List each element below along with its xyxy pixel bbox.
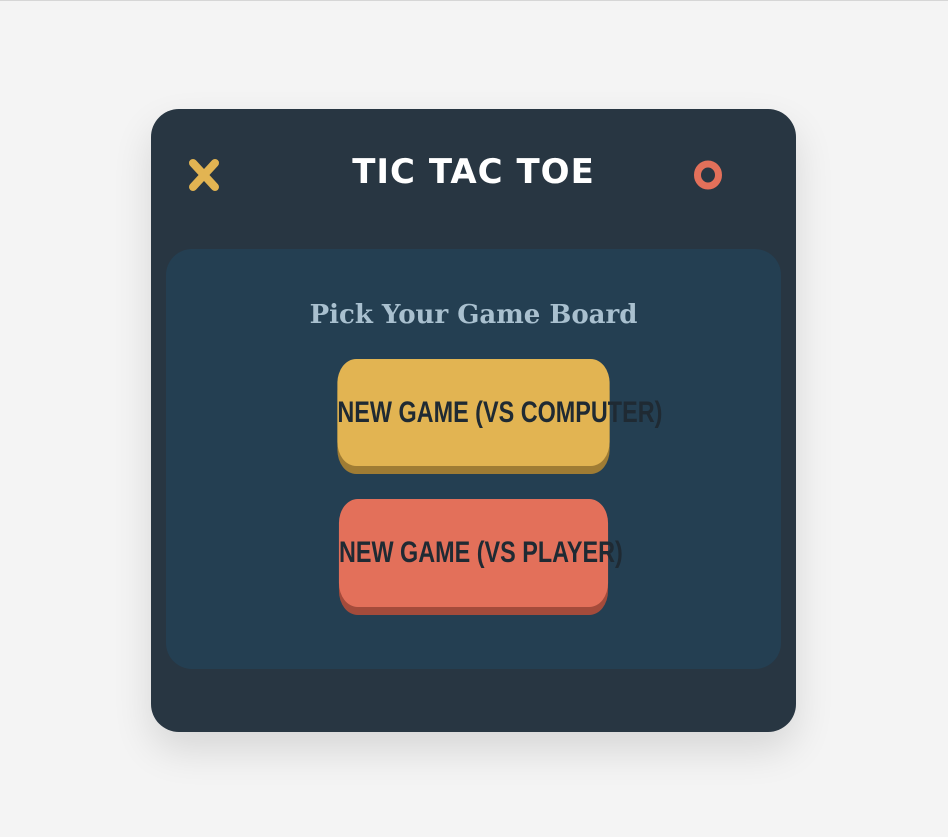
board-subtitle: Pick Your Game Board [309, 300, 638, 330]
header: TIC TAC TOE [151, 109, 796, 249]
new-game-vs-player-label: NEW GAME (VS PLAYER) [338, 536, 623, 569]
new-game-vs-computer-label: NEW GAME (VS COMPUTER) [337, 396, 663, 429]
new-game-vs-player-button[interactable]: NEW GAME (VS PLAYER) [338, 499, 623, 607]
o-mark-icon [694, 160, 722, 190]
new-game-vs-computer-button[interactable]: NEW GAME (VS COMPUTER) [337, 359, 662, 466]
game-card: TIC TAC TOE Pick Your Game Board NEW GAM… [151, 109, 796, 732]
game-board-panel: Pick Your Game Board NEW GAME (VS COMPUT… [166, 249, 781, 669]
